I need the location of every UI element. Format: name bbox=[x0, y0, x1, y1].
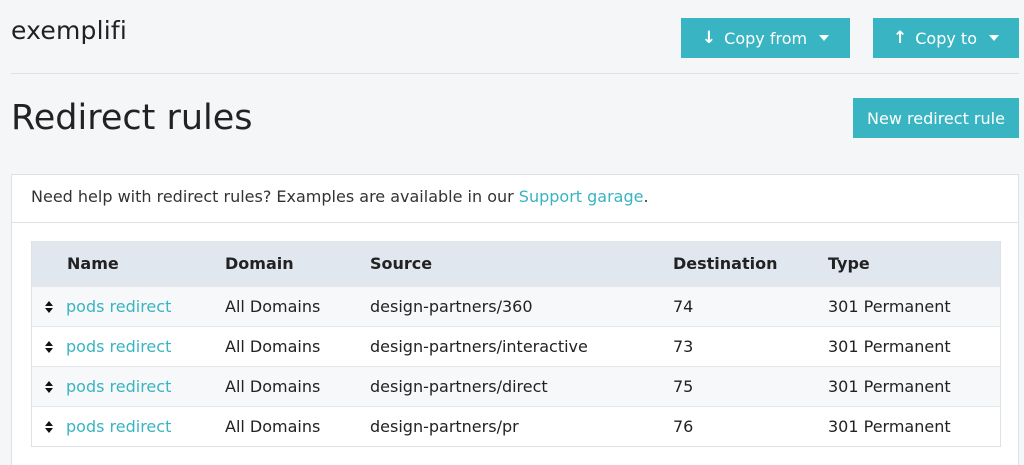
help-notice: Need help with redirect rules? Examples … bbox=[12, 175, 1018, 223]
help-text: Need help with redirect rules? Examples … bbox=[31, 187, 519, 206]
rule-source: design-partners/360 bbox=[370, 297, 533, 316]
header-name: Name bbox=[67, 254, 119, 273]
copy-to-button[interactable]: ↑ Copy to bbox=[873, 18, 1019, 58]
table-row: pods redirect All Domains design-partner… bbox=[32, 286, 1000, 326]
new-redirect-rule-button[interactable]: New redirect rule bbox=[853, 98, 1019, 138]
arrow-down-icon: ↓ bbox=[701, 27, 717, 48]
rule-type: 301 Permanent bbox=[828, 337, 951, 356]
rule-domain: All Domains bbox=[225, 377, 321, 396]
copy-from-button[interactable]: ↓ Copy from bbox=[681, 18, 850, 58]
header-type: Type bbox=[828, 254, 870, 273]
rule-destination: 73 bbox=[673, 337, 694, 356]
support-garage-link[interactable]: Support garage bbox=[519, 187, 644, 206]
copy-from-label: Copy from bbox=[724, 28, 808, 48]
rule-name-link[interactable]: pods redirect bbox=[66, 337, 171, 356]
caret-down-icon bbox=[819, 35, 830, 41]
sort-handle-icon[interactable] bbox=[45, 380, 53, 393]
header-domain: Domain bbox=[225, 254, 294, 273]
rule-name-link[interactable]: pods redirect bbox=[66, 377, 171, 396]
rule-name-link[interactable]: pods redirect bbox=[66, 417, 171, 436]
table-row: pods redirect All Domains design-partner… bbox=[32, 406, 1000, 446]
table-header: Name Domain Source Destination Type bbox=[32, 241, 1000, 286]
rule-destination: 74 bbox=[673, 297, 694, 316]
arrow-up-icon: ↑ bbox=[893, 27, 908, 48]
rule-domain: All Domains bbox=[225, 417, 321, 436]
rule-name-link[interactable]: pods redirect bbox=[66, 297, 171, 316]
sort-handle-icon[interactable] bbox=[45, 300, 53, 313]
header-divider bbox=[11, 73, 1019, 74]
rule-source: design-partners/direct bbox=[370, 377, 548, 396]
table-row: pods redirect All Domains design-partner… bbox=[32, 326, 1000, 366]
rule-destination: 75 bbox=[673, 377, 694, 396]
redirect-rules-panel: Need help with redirect rules? Examples … bbox=[11, 174, 1019, 465]
page-title: Redirect rules bbox=[11, 98, 253, 138]
rule-domain: All Domains bbox=[225, 297, 321, 316]
brand-name: exemplifi bbox=[11, 16, 128, 45]
sort-handle-icon[interactable] bbox=[45, 340, 53, 353]
sort-handle-icon[interactable] bbox=[45, 420, 53, 433]
rule-type: 301 Permanent bbox=[828, 297, 951, 316]
header-destination: Destination bbox=[673, 254, 778, 273]
top-bar: exemplifi ↓ Copy from ↑ Copy to bbox=[0, 0, 1024, 74]
caret-down-icon bbox=[988, 35, 999, 41]
table-row: pods redirect All Domains design-partner… bbox=[32, 366, 1000, 406]
rule-destination: 76 bbox=[673, 417, 694, 436]
rule-domain: All Domains bbox=[225, 337, 321, 356]
rule-source: design-partners/pr bbox=[370, 417, 519, 436]
help-suffix: . bbox=[643, 187, 649, 206]
rule-type: 301 Permanent bbox=[828, 417, 951, 436]
rule-type: 301 Permanent bbox=[828, 377, 951, 396]
header-source: Source bbox=[370, 254, 433, 273]
table-body: pods redirect All Domains design-partner… bbox=[32, 286, 1000, 446]
copy-to-label: Copy to bbox=[915, 28, 977, 48]
redirect-rules-table: Name Domain Source Destination Type pods… bbox=[31, 241, 1001, 447]
rule-source: design-partners/interactive bbox=[370, 337, 588, 356]
